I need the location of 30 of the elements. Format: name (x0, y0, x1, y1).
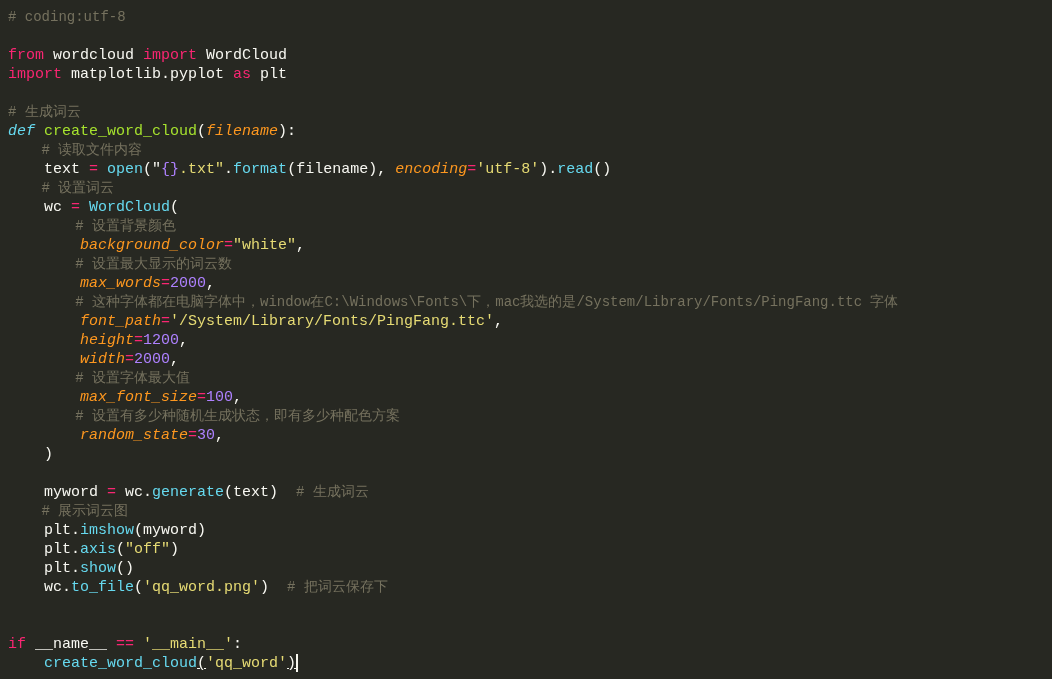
code-line: # 设置词云 (40, 179, 115, 198)
code-line: from wordcloud import WordCloud (8, 46, 288, 65)
code-line: def create_word_cloud(filename): (8, 122, 297, 141)
code-line: # 设置字体最大值 (74, 369, 190, 388)
code-line: # 这种字体都在电脑字体中，window在C:\Windows\Fonts\下，mac我选的是/System/Library/Fonts/PingFang.ttc 字体 (74, 293, 899, 312)
code-line: # 设置最大显示的词云数 (74, 255, 232, 274)
code-line: import matplotlib.pyplot as plt (8, 65, 288, 84)
code-line: # 读取文件内容 (40, 141, 143, 160)
code-line: plt.axis("off") (43, 540, 180, 559)
code-line: create_word_cloud('qq_word') (43, 654, 299, 673)
code-line: if __name__ == '__main__': (8, 635, 243, 654)
code-line: background_color="white", (79, 236, 306, 255)
code-line: height=1200, (79, 331, 189, 350)
code-line: width=2000, (79, 350, 180, 369)
code-line: # 设置背景颜色 (74, 217, 176, 236)
code-line: wc.to_file('qq_word.png') # 把词云保存下 (43, 578, 388, 597)
code-line: plt.show() (43, 559, 135, 578)
code-line: # 生成词云 (8, 103, 81, 122)
code-line: wc = WordCloud( (43, 198, 180, 217)
code-line: plt.imshow(myword) (43, 521, 207, 540)
code-line: # 设置有多少种随机生成状态，即有多少种配色方案 (74, 407, 400, 426)
code-line: myword = wc.generate(text) # 生成词云 (43, 483, 369, 502)
code-line: # coding:utf-8 (8, 8, 126, 27)
code-line: max_font_size=100, (79, 388, 243, 407)
code-line: font_path='/System/Library/Fonts/PingFang.ttc', (79, 312, 504, 331)
code-line: max_words=2000, (79, 274, 216, 293)
code-line: ) (43, 445, 53, 464)
code-line: # 展示词云图 (40, 502, 129, 521)
code-line: text = open("{}.txt".format(filename), encoding='utf-8').read() (43, 160, 612, 179)
code-line: random_state=30, (79, 426, 225, 445)
